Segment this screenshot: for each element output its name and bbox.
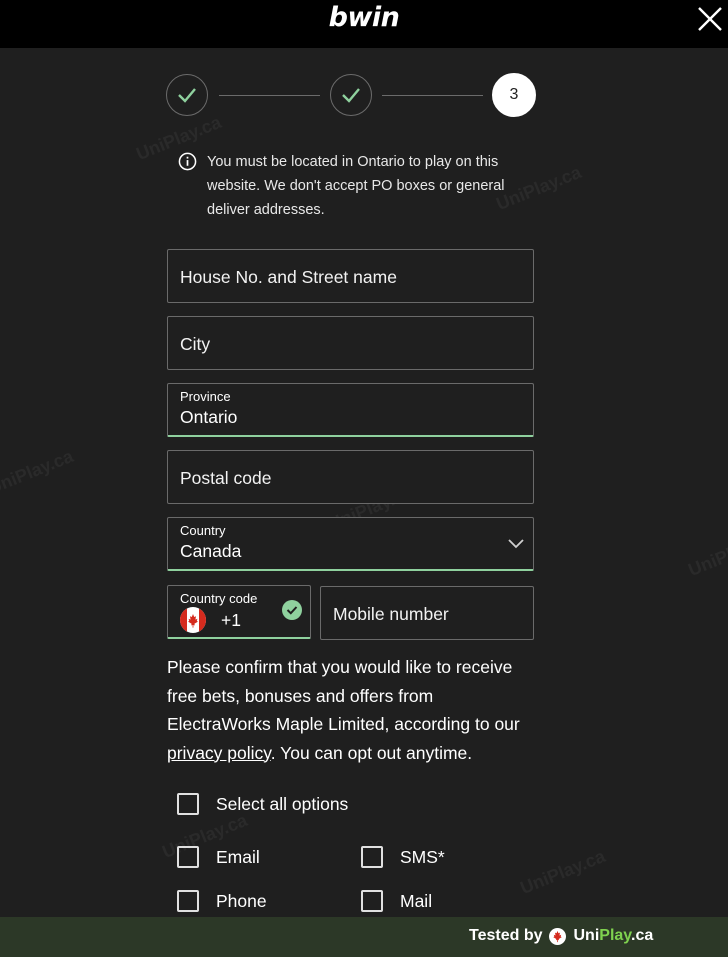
step-connector — [219, 95, 320, 96]
postal-code-placeholder: Postal code — [180, 468, 272, 488]
province-label: Province — [180, 389, 231, 404]
check-icon — [178, 88, 196, 103]
brand-uni: Uni — [573, 927, 600, 944]
privacy-policy-link[interactable]: privacy policy — [167, 743, 271, 763]
consent-text-after: . You can opt out anytime. — [270, 742, 473, 763]
mail-option[interactable]: Mail — [361, 888, 432, 914]
select-all-label: Select all options — [216, 793, 349, 814]
tested-by-footer: Tested by UniPlay.ca — [0, 917, 728, 957]
province-field[interactable]: Province Ontario — [167, 383, 534, 437]
top-bar: bwin — [0, 0, 728, 48]
mobile-number-input[interactable]: Mobile number — [320, 586, 534, 640]
step-2-complete — [330, 74, 372, 116]
country-code-value: +1 — [221, 610, 241, 630]
mail-label: Mail — [400, 890, 433, 911]
uniplay-brand: UniPlay.ca — [574, 927, 654, 945]
postal-code-input[interactable]: Postal code — [167, 450, 534, 504]
tested-by-text: Tested by — [469, 927, 543, 944]
province-value: Ontario — [180, 407, 238, 427]
city-placeholder: City — [180, 334, 211, 354]
maple-leaf-icon — [548, 927, 566, 945]
consent-text-before: Please confirm that you would like to re… — [167, 657, 520, 734]
check-circle-icon — [282, 600, 302, 620]
sms-checkbox[interactable] — [361, 846, 383, 868]
select-all-checkbox[interactable] — [177, 793, 199, 815]
brand-play: Play — [599, 927, 632, 944]
country-select[interactable]: Country Canada — [167, 517, 534, 571]
progress-stepper: 3 — [166, 73, 536, 118]
close-icon — [698, 7, 722, 31]
watermark: UniPlay.ca — [517, 845, 609, 899]
country-label: Country — [180, 523, 226, 538]
mobile-number-placeholder: Mobile number — [333, 604, 449, 624]
country-value: Canada — [180, 541, 242, 561]
info-icon — [178, 152, 197, 171]
check-icon — [342, 88, 360, 103]
phone-label: Phone — [216, 890, 267, 911]
watermark: UniPlay.ca — [0, 445, 77, 499]
select-all-option[interactable]: Select all options — [177, 791, 348, 817]
email-checkbox[interactable] — [177, 846, 199, 868]
marketing-consent-text: Please confirm that you would like to re… — [167, 653, 537, 767]
bwin-logo: bwin — [328, 2, 400, 33]
watermark: UniPlay.ca — [685, 527, 728, 581]
phone-checkbox[interactable] — [177, 890, 199, 912]
mail-checkbox[interactable] — [361, 890, 383, 912]
sms-label: SMS* — [400, 846, 445, 867]
country-code-label: Country code — [180, 591, 258, 606]
street-placeholder: House No. and Street name — [180, 267, 397, 287]
city-input[interactable]: City — [167, 316, 534, 370]
country-code-select[interactable]: Country code +1 — [167, 585, 311, 639]
chevron-down-icon — [508, 539, 524, 549]
sms-option[interactable]: SMS* — [361, 844, 445, 870]
notice-text: You must be located in Ontario to play o… — [207, 154, 505, 218]
brand-ca: .ca — [631, 927, 654, 944]
canada-flag-icon — [180, 607, 206, 633]
step-1-complete — [166, 74, 208, 116]
email-label: Email — [216, 846, 260, 867]
step-connector — [382, 95, 483, 96]
tested-by-badge: Tested by UniPlay.ca — [469, 927, 653, 945]
step-3-current: 3 — [492, 73, 536, 117]
email-option[interactable]: Email — [177, 844, 260, 870]
phone-option[interactable]: Phone — [177, 888, 267, 914]
street-input[interactable]: House No. and Street name — [167, 249, 534, 303]
close-button[interactable] — [694, 3, 726, 35]
